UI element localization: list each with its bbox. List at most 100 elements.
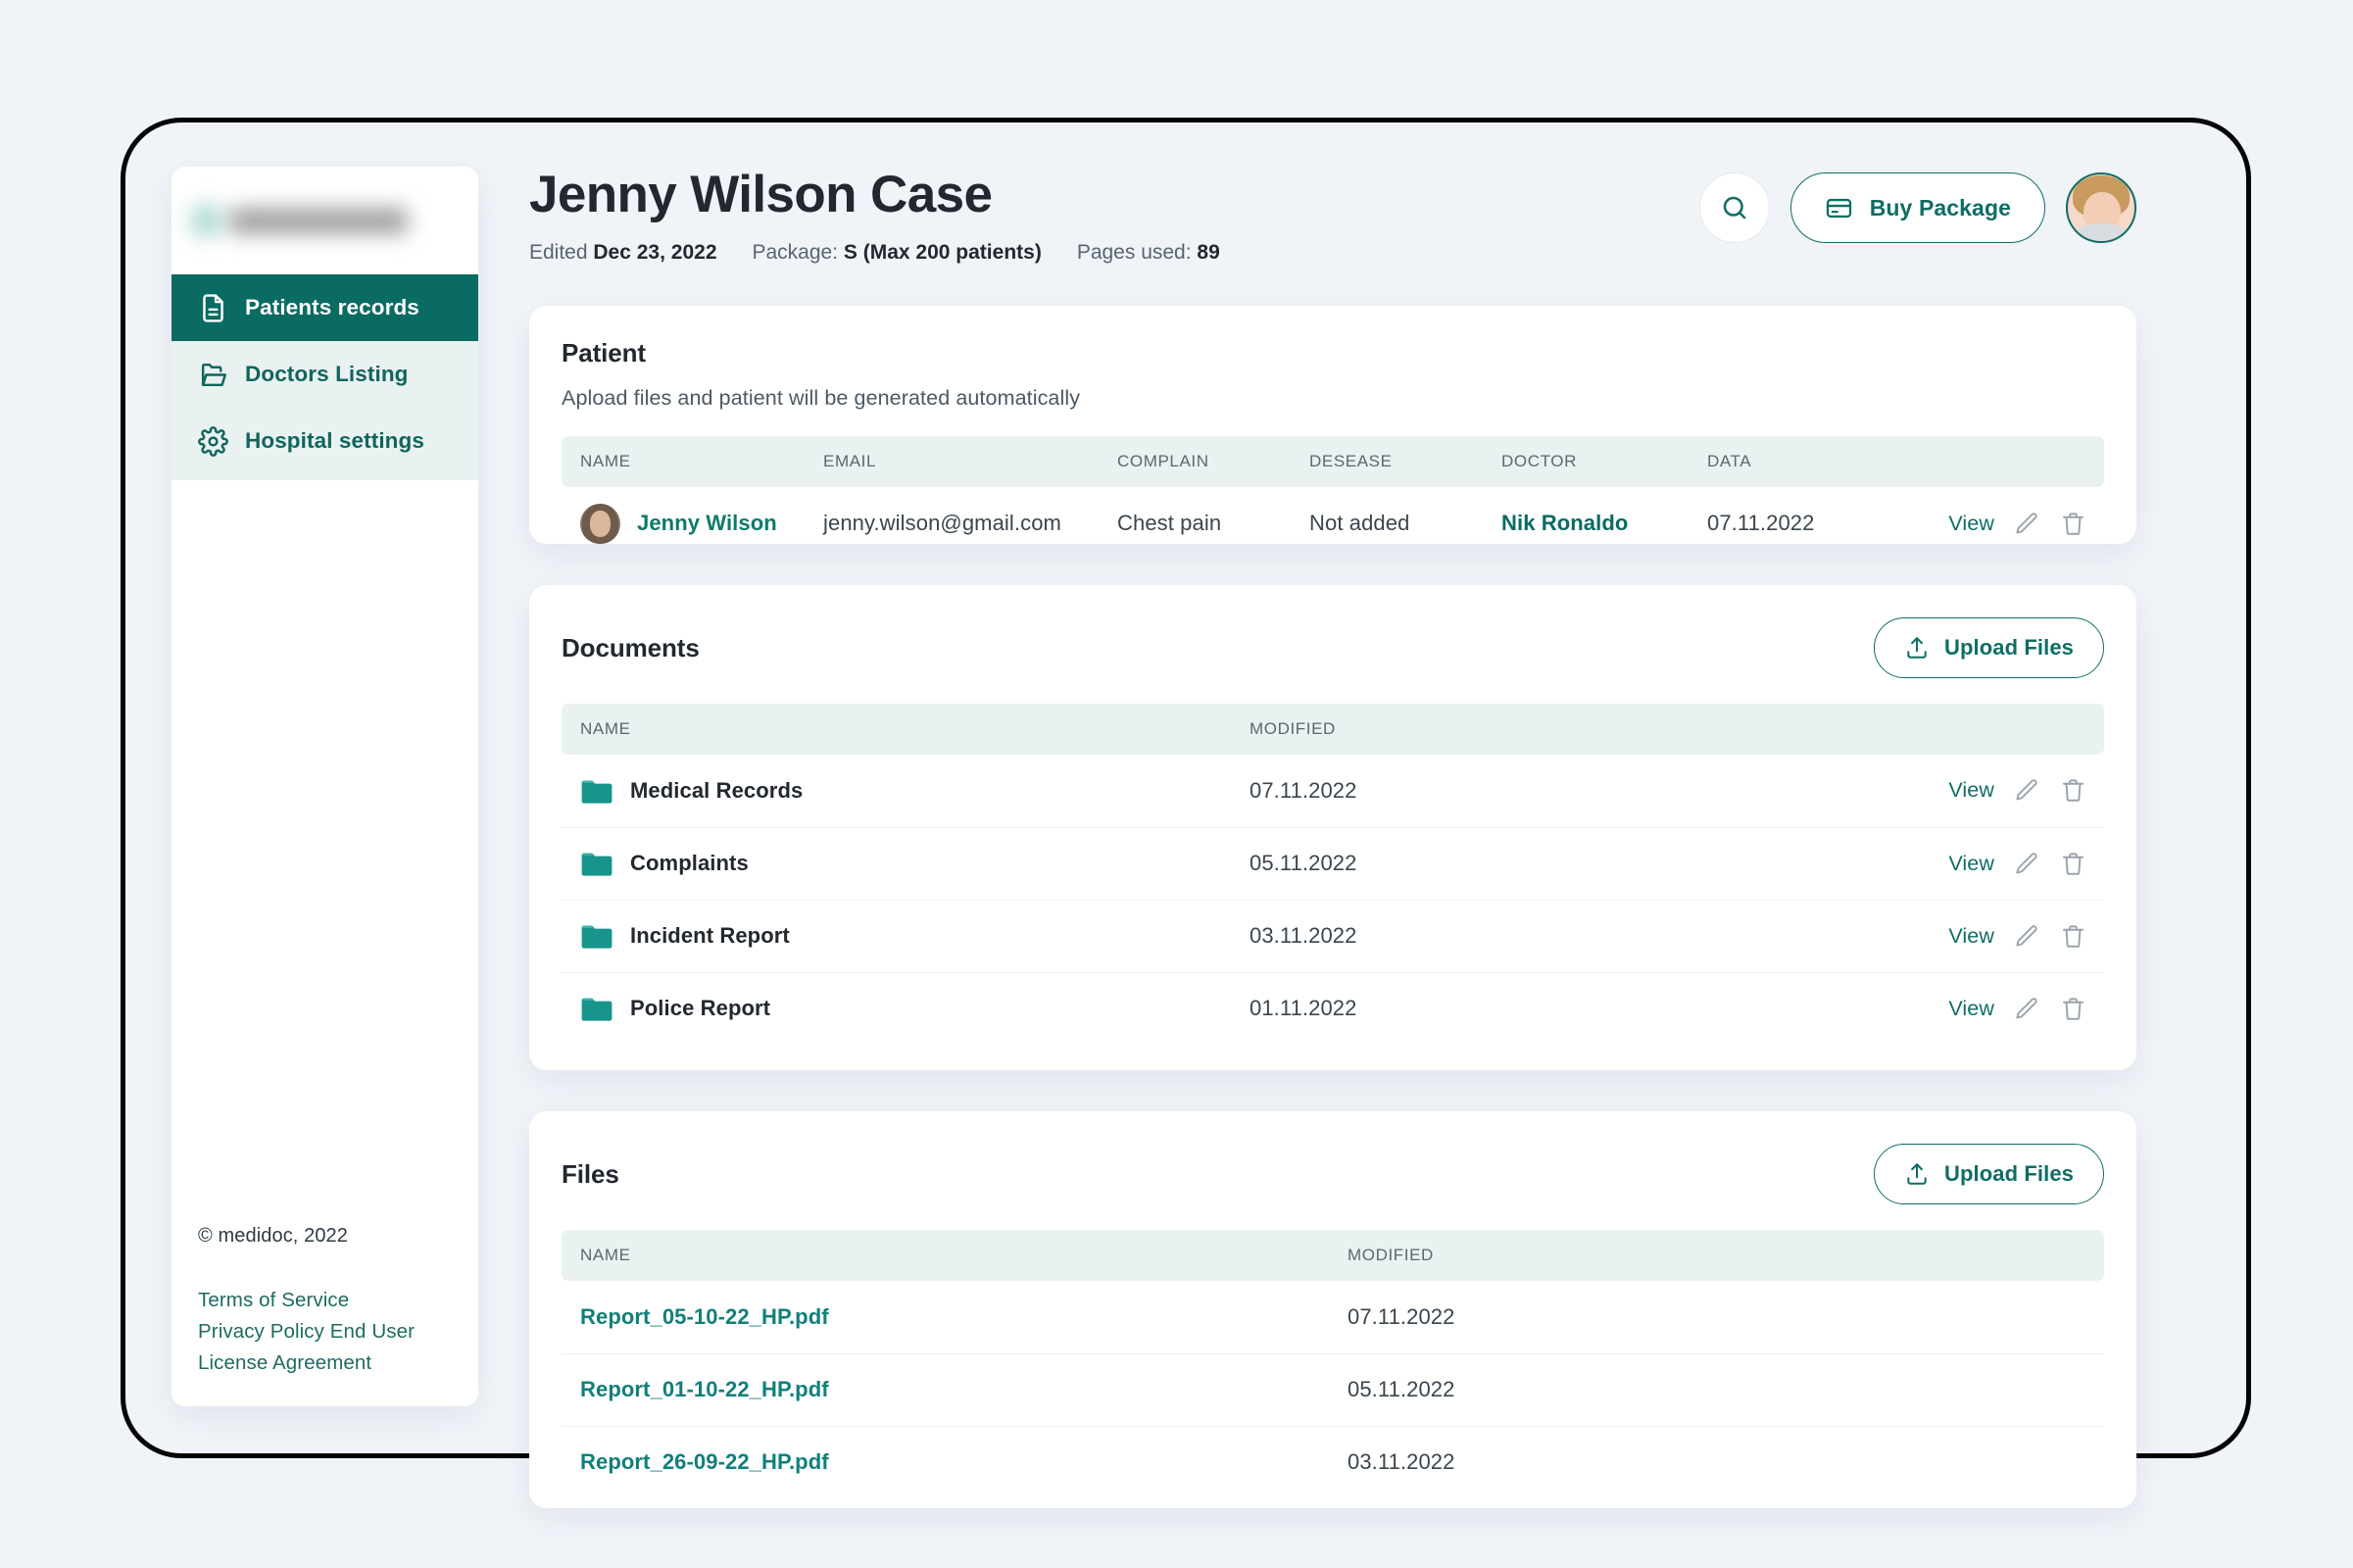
cell-document-modified: 05.11.2022 xyxy=(1238,827,1728,901)
cell-patient-data: 07.11.2022 xyxy=(1707,511,1815,536)
file-name-link[interactable]: Report_01-10-22_HP.pdf xyxy=(580,1377,829,1401)
link-license-agreement[interactable]: License Agreement xyxy=(198,1348,478,1379)
patient-section-title: Patient xyxy=(562,338,646,368)
meta-pages-value: 89 xyxy=(1197,241,1220,265)
column-header-complain: COMPLAIN xyxy=(1105,436,1298,488)
edit-pencil-icon[interactable] xyxy=(2014,777,2040,804)
edit-pencil-icon[interactable] xyxy=(2014,851,2040,877)
logo-icon xyxy=(193,206,219,235)
upload-icon xyxy=(1907,637,1927,660)
cell-document-actions: View xyxy=(1728,827,2104,901)
cell-document-actions: View xyxy=(1728,755,2104,828)
column-header-desease: DESEASE xyxy=(1298,436,1490,488)
meta-package-value: S (Max 200 patients) xyxy=(843,241,1042,265)
cell-patient-actions: View xyxy=(1891,487,2104,560)
file-name-link[interactable]: Report_05-10-22_HP.pdf xyxy=(580,1304,829,1329)
upload-icon xyxy=(1907,1163,1927,1186)
document-name-label: Medical Records xyxy=(630,777,804,803)
upload-files-label: Upload Files xyxy=(1944,1161,2074,1187)
sidebar: Patients records Doctors Listing Hospita… xyxy=(172,167,478,1406)
view-link[interactable]: View xyxy=(1948,997,1994,1021)
gear-icon xyxy=(198,425,228,457)
cell-patient-complain: Chest pain xyxy=(1117,511,1222,536)
buy-package-label: Buy Package xyxy=(1869,194,2011,220)
file-name-link[interactable]: Report_26-09-22_HP.pdf xyxy=(580,1449,829,1474)
view-link[interactable]: View xyxy=(1948,512,1994,536)
buy-package-button[interactable]: Buy Package xyxy=(1789,172,2045,243)
search-button[interactable] xyxy=(1698,172,1770,243)
edit-pencil-icon[interactable] xyxy=(2014,511,2040,537)
page-header-text: Jenny Wilson Case Edited Dec 23, 2022 Pa… xyxy=(529,167,1220,265)
sidebar-item-doctors-listing[interactable]: Doctors Listing xyxy=(172,341,478,408)
cell-patient-desease: Not added xyxy=(1309,511,1410,536)
sidebar-footer: © medidoc, 2022 Terms of Service Privacy… xyxy=(172,1225,478,1406)
patient-card: Patient Apload files and patient will be… xyxy=(529,306,2136,545)
files-card-head: Files Upload Files xyxy=(562,1144,2104,1205)
folder-icon xyxy=(581,853,613,876)
upload-files-button-files[interactable]: Upload Files xyxy=(1874,1144,2104,1205)
copyright-text: © medidoc, 2022 xyxy=(198,1225,348,1247)
patient-name-link[interactable]: Jenny Wilson xyxy=(637,511,777,536)
view-link[interactable]: View xyxy=(1948,852,1994,876)
meta-package-label: Package: xyxy=(752,241,839,265)
sidebar-item-patients-records[interactable]: Patients records xyxy=(172,274,478,341)
cell-document-name: Police Report xyxy=(562,972,1238,1045)
document-name-label: Police Report xyxy=(630,996,771,1021)
files-table-body: Report_05-10-22_HP.pdf 07.11.2022 Report_0… xyxy=(562,1281,2104,1498)
files-section-title: Files xyxy=(562,1158,619,1189)
column-header-modified: MODIFIED xyxy=(1238,704,1728,756)
link-terms-of-service[interactable]: Terms of Service xyxy=(198,1285,478,1316)
column-header-actions xyxy=(1728,704,2104,756)
search-icon xyxy=(1723,196,1745,220)
header-actions: Buy Package xyxy=(1698,172,2136,243)
patient-avatar xyxy=(580,503,620,544)
cell-document-name: Incident Report xyxy=(562,900,1238,973)
upload-files-label: Upload Files xyxy=(1944,635,2074,661)
documents-card: Documents Upload Files NAME MODIFIED Med… xyxy=(529,585,2136,1071)
main-content: Jenny Wilson Case Edited Dec 23, 2022 Pa… xyxy=(529,167,2136,1509)
app-logo[interactable] xyxy=(172,167,478,274)
delete-trash-icon[interactable] xyxy=(2060,777,2086,804)
link-privacy-policy[interactable]: Privacy Policy End User xyxy=(198,1316,478,1348)
column-header-name: NAME xyxy=(562,1230,1336,1282)
documents-table-body: Medical Records 07.11.2022 View Complaints 0… xyxy=(562,755,2104,1045)
table-row: Police Report 01.11.2022 View xyxy=(562,972,2104,1045)
cell-document-modified: 01.11.2022 xyxy=(1250,996,1357,1021)
cell-file-modified: 05.11.2022 xyxy=(1336,1353,2104,1427)
upload-files-button-documents[interactable]: Upload Files xyxy=(1874,617,2104,679)
cell-patient-doctor[interactable]: Nik Ronaldo xyxy=(1490,487,1695,560)
delete-trash-icon[interactable] xyxy=(2060,851,2086,877)
column-header-doctor: DOCTOR xyxy=(1490,436,1695,488)
edit-pencil-icon[interactable] xyxy=(2014,996,2040,1022)
avatar[interactable] xyxy=(2066,172,2136,243)
files-table: NAME MODIFIED Report_05-10-22_HP.pdf 07.1… xyxy=(562,1230,2104,1498)
avatar-body xyxy=(2072,223,2131,241)
delete-trash-icon[interactable] xyxy=(2060,923,2086,950)
logo-blurred-mark xyxy=(193,206,408,235)
table-row: Report_26-09-22_HP.pdf 03.11.2022 xyxy=(562,1426,2104,1498)
document-name-label: Complaints xyxy=(630,851,749,876)
meta-pages-label: Pages used: xyxy=(1076,241,1192,265)
patient-table-body: Jenny Wilson jenny.wilson@gmail.com Ches… xyxy=(562,487,2104,560)
sidebar-item-hospital-settings[interactable]: Hospital settings xyxy=(172,408,478,474)
cell-file-name: Report_01-10-22_HP.pdf xyxy=(562,1353,1336,1427)
delete-trash-icon[interactable] xyxy=(2060,996,2086,1022)
sidebar-item-label: Patients records xyxy=(245,295,419,319)
edit-pencil-icon[interactable] xyxy=(2014,923,2040,950)
delete-trash-icon[interactable] xyxy=(2060,511,2086,537)
sidebar-nav: Patients records Doctors Listing Hospita… xyxy=(172,274,478,480)
table-header-row: NAME EMAIL COMPLAIN DESEASE DOCTOR DATA xyxy=(562,436,2104,488)
cell-patient-email: jenny.wilson@gmail.com xyxy=(823,511,1061,536)
column-header-data: DATA xyxy=(1695,436,1891,488)
cell-document-actions: View xyxy=(1728,972,2104,1045)
sidebar-item-label: Hospital settings xyxy=(245,428,424,453)
logo-wordmark xyxy=(229,208,408,233)
table-row: Incident Report 03.11.2022 View xyxy=(562,900,2104,973)
document-icon xyxy=(203,293,223,322)
files-card: Files Upload Files NAME MODIFIED Report_… xyxy=(529,1111,2136,1509)
view-link[interactable]: View xyxy=(1948,778,1994,803)
view-link[interactable]: View xyxy=(1948,924,1994,949)
meta-package: Package: S (Max 200 patients) xyxy=(753,241,1042,265)
column-header-email: EMAIL xyxy=(811,436,1105,488)
folder-open-icon xyxy=(201,363,226,386)
